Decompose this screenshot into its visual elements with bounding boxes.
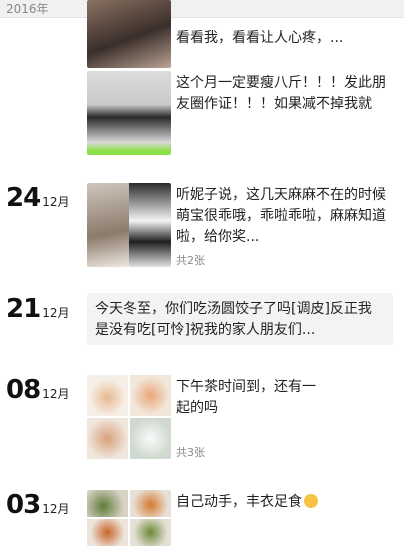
photo-count: 共2张 (176, 254, 205, 267)
photo-dish[interactable] (87, 490, 128, 517)
year-header: 2016年 (0, 0, 404, 18)
photo-pastry[interactable] (130, 375, 171, 416)
post-text: 今天冬至，你们吃汤圆饺子了吗[调皮]反正我是没有吃[可怜]祝我的家人朋友们... (95, 301, 372, 338)
post-photo-pair[interactable] (87, 183, 171, 267)
post-text[interactable]: 自己动手，丰衣足食 (176, 492, 391, 513)
post-photo-dog[interactable] (87, 0, 171, 68)
date-day: 03 (6, 490, 41, 520)
post-date: 24 12月 (6, 183, 69, 213)
date-day: 21 (6, 294, 41, 324)
post-text-label: 自己动手，丰衣足食 (176, 494, 302, 510)
photo-dish[interactable] (130, 490, 171, 517)
date-month: 12月 (42, 502, 70, 516)
post-date: 08 12月 (6, 375, 69, 405)
post-text[interactable]: 看看我，看看让人心疼，... (176, 28, 386, 49)
grin-emoji-icon (304, 494, 318, 508)
photo-dish[interactable] (130, 519, 171, 546)
post-text[interactable]: 下午茶时间到，还有一起的吗 (176, 377, 326, 419)
date-month: 12月 (42, 387, 70, 401)
post-text[interactable]: 听妮子说，这几天麻麻不在的时候萌宝很乖哦，乖啦乖啦，麻麻知道啦，给你奖... (176, 185, 391, 248)
post-text[interactable]: 这个月一定要瘦八斤！！！发此朋友圈作证！！！如果减不掉我就 (176, 73, 391, 115)
photo-count: 共3张 (176, 446, 205, 459)
date-day: 24 (6, 183, 41, 213)
post-photo-legs[interactable] (87, 71, 171, 155)
photo-dumpling[interactable] (87, 418, 128, 459)
year-label: 2016年 (6, 2, 49, 16)
date-day: 08 (6, 375, 41, 405)
post-date: 21 12月 (6, 294, 69, 324)
date-month: 12月 (42, 306, 70, 320)
date-month: 12月 (42, 195, 70, 209)
photo-dog[interactable] (129, 183, 171, 267)
photo-dish[interactable] (87, 519, 128, 546)
photo-dumpling[interactable] (130, 418, 171, 459)
post-photo-grid[interactable] (87, 490, 171, 546)
post-date: 03 12月 (6, 490, 69, 520)
photo-cat[interactable] (87, 183, 129, 267)
post-photo-grid[interactable] (87, 375, 171, 459)
text-post-card[interactable]: 今天冬至，你们吃汤圆饺子了吗[调皮]反正我是没有吃[可怜]祝我的家人朋友们... (87, 293, 393, 345)
photo-pastry[interactable] (87, 375, 128, 416)
